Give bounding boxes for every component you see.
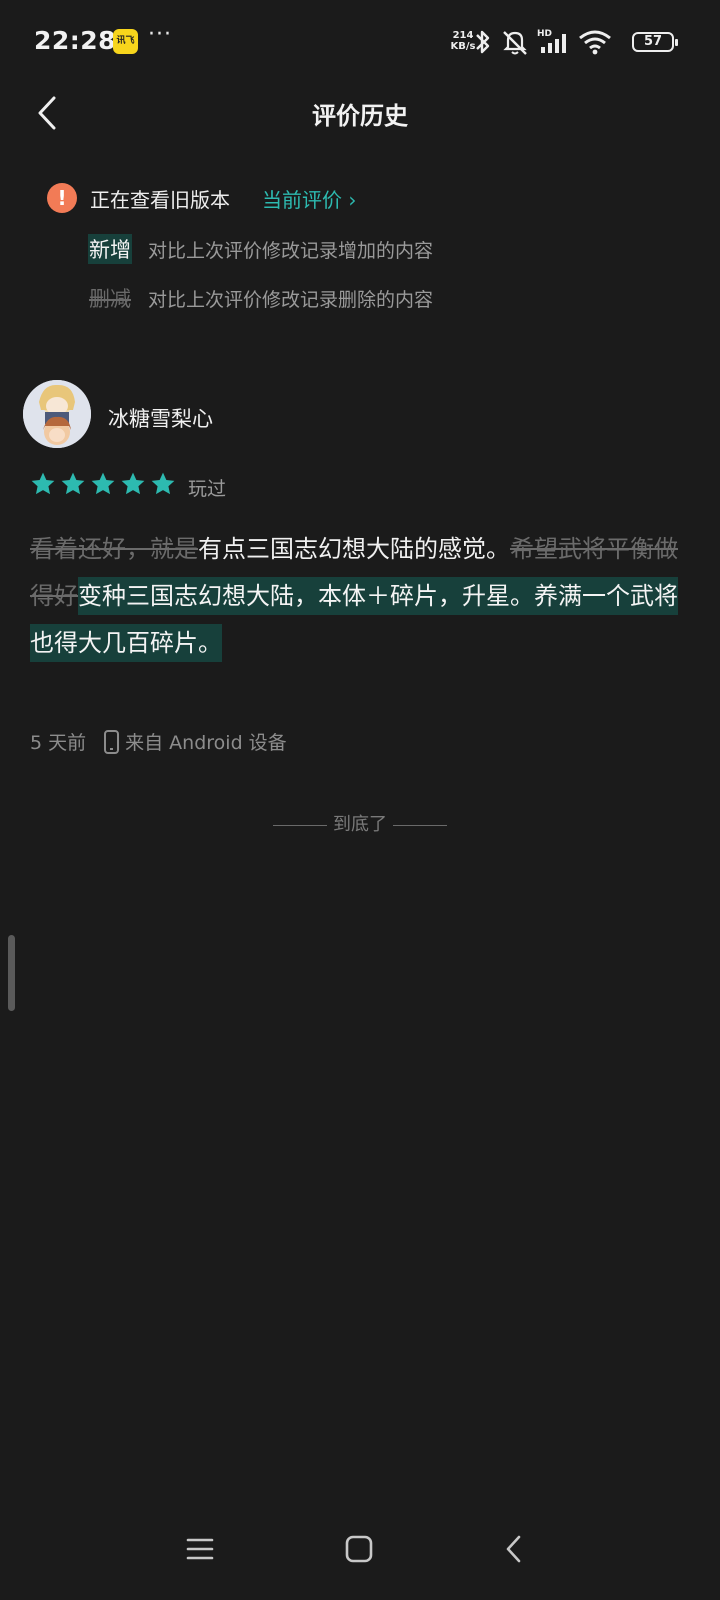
review-meta: 5 天前 来自 Android 设备 bbox=[30, 728, 287, 755]
avatar[interactable] bbox=[23, 380, 91, 448]
review-content: 看着还好，就是有点三国志幻想大陆的感觉。希望武将平衡做得好变种三国志幻想大陆，本… bbox=[30, 526, 680, 667]
review-source: 来自 Android 设备 bbox=[125, 732, 287, 754]
status-bar: 22:28 讯飞 ··· 214 KB/s HD 57 bbox=[0, 0, 720, 86]
star-icon bbox=[151, 472, 175, 495]
bluetooth-icon bbox=[476, 30, 490, 54]
warning-icon: ! bbox=[47, 183, 77, 213]
status-time: 22:28 bbox=[34, 26, 117, 55]
phone-icon bbox=[104, 729, 120, 754]
legend-removed-desc: 对比上次评价修改记录删除的内容 bbox=[148, 288, 434, 311]
rating-stars bbox=[30, 471, 176, 497]
battery-icon: 57 bbox=[632, 32, 678, 52]
end-of-list: 到底了 bbox=[0, 810, 720, 836]
review-time: 5 天前 bbox=[30, 732, 87, 754]
star-icon bbox=[121, 472, 145, 495]
page-title: 评价历史 bbox=[312, 102, 408, 130]
added-text: 变种三国志幻想大陆，本体＋碎片，升星。养满一个武将也得大几百碎片。 bbox=[30, 577, 678, 662]
mute-icon bbox=[503, 31, 527, 55]
play-status: 玩过 bbox=[188, 478, 227, 500]
star-icon bbox=[31, 472, 55, 495]
star-icon bbox=[61, 472, 85, 495]
legend-added-desc: 对比上次评价修改记录增加的内容 bbox=[148, 239, 434, 262]
legend-removed: 删减 对比上次评价修改记录删除的内容 bbox=[88, 281, 433, 315]
current-review-link[interactable]: 当前评价 › bbox=[262, 184, 356, 213]
username[interactable]: 冰糖雪梨心 bbox=[108, 403, 213, 433]
star-icon bbox=[91, 472, 115, 495]
wifi-icon bbox=[579, 30, 611, 55]
back-icon[interactable] bbox=[502, 1535, 526, 1563]
old-version-notice: 正在查看旧版本 bbox=[90, 188, 230, 212]
end-text: 到底了 bbox=[333, 814, 387, 835]
signal-icon bbox=[541, 34, 566, 53]
notification-app-icon: 讯飞 bbox=[113, 29, 138, 54]
legend-removed-tag: 删减 bbox=[89, 287, 131, 311]
legend-added: 新增 对比上次评价修改记录增加的内容 bbox=[88, 232, 433, 266]
divider-right bbox=[393, 824, 447, 826]
removed-text: 看着还好，就是 bbox=[30, 535, 198, 563]
divider-left bbox=[273, 824, 327, 826]
menu-icon[interactable] bbox=[186, 1535, 214, 1563]
avatar-image bbox=[23, 380, 91, 448]
battery-level: 57 bbox=[643, 34, 663, 49]
unchanged-text: 有点三国志幻想大陆的感觉。 bbox=[198, 535, 510, 563]
home-icon[interactable] bbox=[345, 1535, 373, 1563]
scrollbar-thumb[interactable] bbox=[8, 935, 15, 1011]
legend-added-tag: 新增 bbox=[88, 234, 132, 264]
more-notifications-icon: ··· bbox=[148, 22, 172, 47]
